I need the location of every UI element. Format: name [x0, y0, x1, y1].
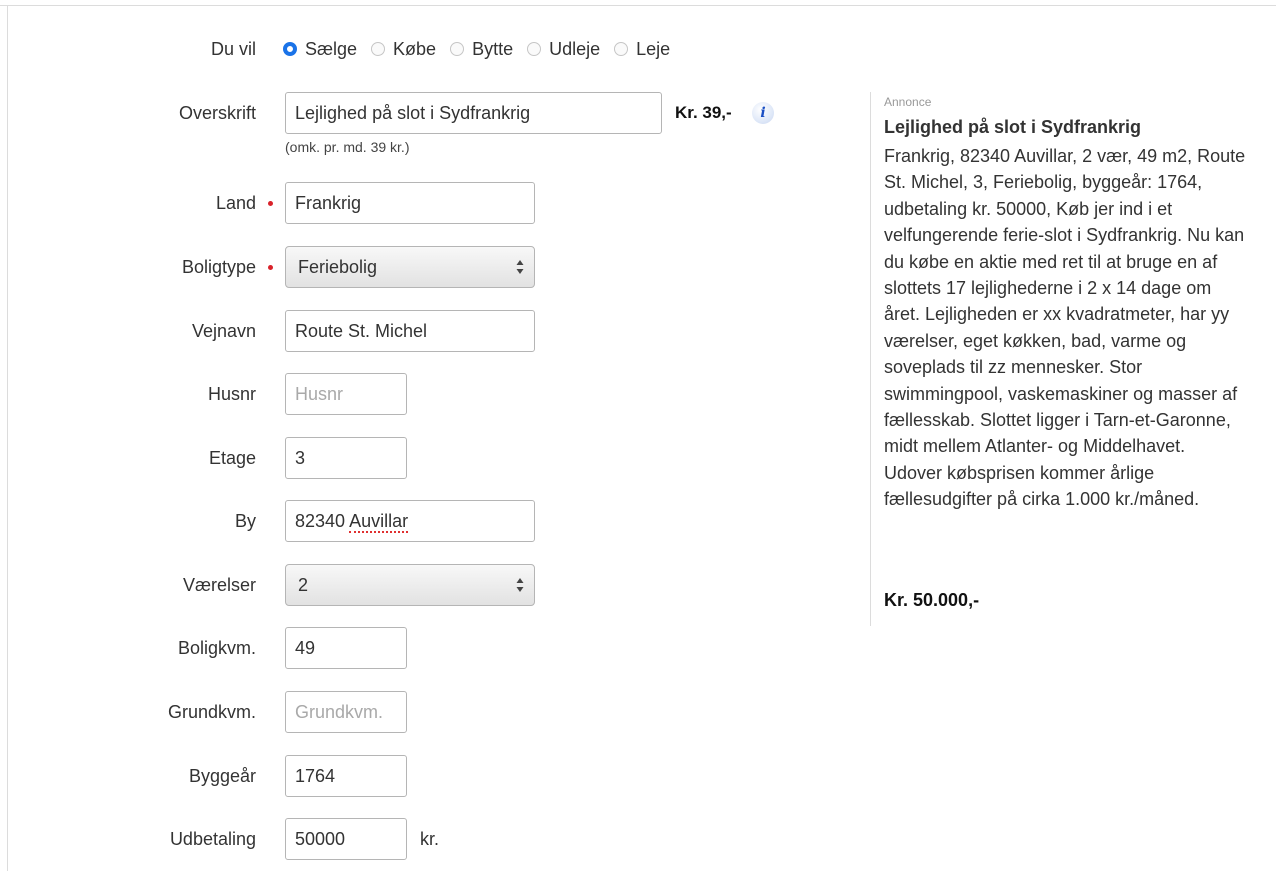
- radio-leje[interactable]: Leje: [614, 39, 670, 60]
- radio-saelge-label[interactable]: Sælge: [305, 39, 357, 60]
- frame-left-border: [7, 5, 8, 871]
- vejnavn-input[interactable]: Route St. Michel: [285, 310, 535, 352]
- du-vil-label: Du vil: [210, 39, 256, 59]
- by-input[interactable]: 82340 Auvillar: [285, 500, 535, 542]
- ad-preview-divider: [870, 92, 871, 626]
- radio-bytte-circle[interactable]: [450, 42, 465, 56]
- boligtype-select[interactable]: Feriebolig: [285, 246, 535, 288]
- du-vil-radio-group: Sælge Købe Bytte Udleje Leje: [283, 38, 684, 60]
- grundkvm-input[interactable]: Grundkvm.: [285, 691, 407, 733]
- husnr-label: Husnr: [207, 384, 256, 404]
- ad-preview-body: Frankrig, 82340 Auvillar, 2 vær, 49 m2, …: [884, 146, 1246, 510]
- frame-top-border: [0, 5, 1276, 6]
- etage-label: Etage: [208, 448, 256, 468]
- radio-saelge[interactable]: Sælge: [283, 39, 357, 60]
- radio-koebe-circle[interactable]: [371, 42, 386, 56]
- radio-leje-label[interactable]: Leje: [636, 39, 670, 60]
- radio-udleje-label[interactable]: Udleje: [549, 39, 600, 60]
- by-zip: 82340: [295, 511, 346, 531]
- boligtype-select-value: Feriebolig: [298, 257, 378, 277]
- ad-preview-price: Kr. 50.000,-: [884, 590, 980, 610]
- overskrift-input[interactable]: Lejlighed på slot i Sydfrankrig: [285, 92, 662, 134]
- by-label: By: [234, 511, 256, 531]
- info-icon[interactable]: i: [752, 102, 774, 124]
- byggeaar-input[interactable]: 1764: [285, 755, 407, 797]
- vaerelser-select-value: 2: [298, 575, 309, 595]
- select-arrows-icon: [516, 578, 524, 592]
- vejnavn-label: Vejnavn: [191, 321, 256, 341]
- radio-udleje-circle[interactable]: [527, 42, 542, 56]
- grundkvm-label: Grundkvm.: [167, 702, 256, 722]
- udbetaling-suffix: kr.: [420, 829, 440, 849]
- boligkvm-label: Boligkvm.: [177, 638, 256, 658]
- udbetaling-label: Udbetaling: [169, 829, 256, 849]
- land-label: Land: [215, 193, 256, 213]
- overskrift-label: Overskrift: [178, 103, 256, 123]
- boligtype-required-dot: [268, 265, 273, 270]
- husnr-input[interactable]: Husnr: [285, 373, 407, 415]
- byggeaar-label: Byggeår: [188, 766, 256, 786]
- radio-koebe-label[interactable]: Købe: [393, 39, 436, 60]
- vaerelser-label: Værelser: [182, 575, 256, 595]
- radio-bytte[interactable]: Bytte: [450, 39, 513, 60]
- overskrift-price: Kr. 39,-: [675, 103, 732, 122]
- boligtype-label: Boligtype: [181, 257, 256, 277]
- boligkvm-input[interactable]: 49: [285, 627, 407, 669]
- radio-bytte-label[interactable]: Bytte: [472, 39, 513, 60]
- radio-udleje[interactable]: Udleje: [527, 39, 600, 60]
- land-required-dot: [268, 201, 273, 206]
- udbetaling-input[interactable]: 50000: [285, 818, 407, 860]
- radio-saelge-circle[interactable]: [283, 42, 297, 56]
- radio-leje-circle[interactable]: [614, 42, 629, 56]
- by-city: Auvillar: [349, 511, 409, 533]
- ad-preview-label: Annonce: [884, 95, 932, 109]
- select-arrows-icon: [516, 260, 524, 274]
- etage-input[interactable]: 3: [285, 437, 407, 479]
- radio-koebe[interactable]: Købe: [371, 39, 436, 60]
- overskrift-hint: (omk. pr. md. 39 kr.): [285, 139, 410, 155]
- land-input[interactable]: Frankrig: [285, 182, 535, 224]
- ad-preview-title: Lejlighed på slot i Sydfrankrig: [884, 117, 1142, 137]
- vaerelser-select[interactable]: 2: [285, 564, 535, 606]
